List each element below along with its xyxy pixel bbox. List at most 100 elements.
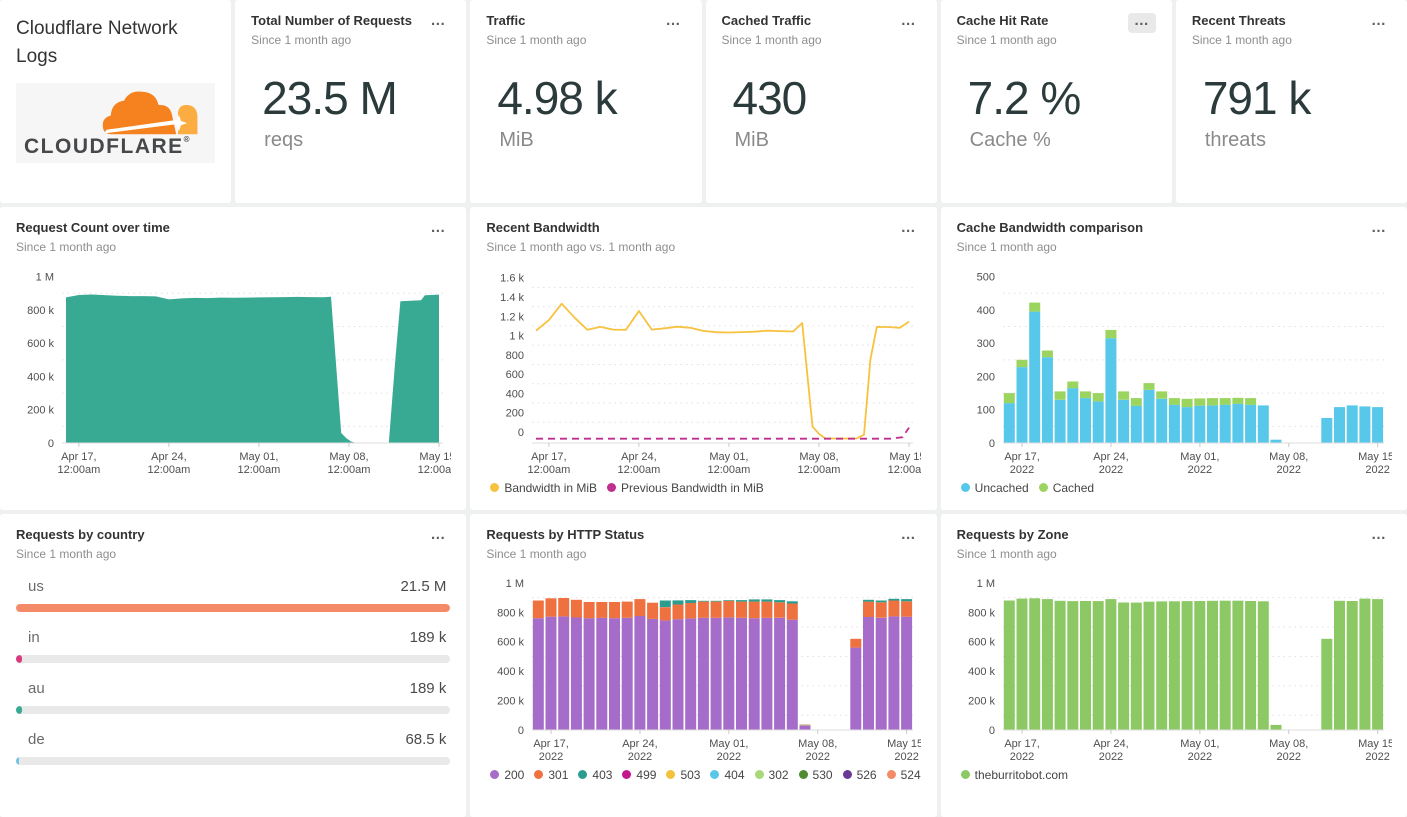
svg-text:1 M: 1 M xyxy=(36,272,54,284)
card-subtitle: Since 1 month ago xyxy=(486,546,587,561)
country-row-in[interactable]: in 189 k xyxy=(16,629,451,663)
card-menu-icon[interactable]: … xyxy=(426,220,450,240)
svg-text:May 15,12:00am: May 15,12:00am xyxy=(418,451,451,476)
country-row-de[interactable]: de 68.5 k xyxy=(16,730,451,765)
svg-text:500: 500 xyxy=(976,272,994,284)
svg-text:Apr 24,2022: Apr 24, 2022 xyxy=(1093,451,1128,476)
svg-text:200: 200 xyxy=(976,371,994,383)
card-menu-icon[interactable]: … xyxy=(1367,527,1391,547)
legend-item[interactable]: 301 xyxy=(534,768,568,782)
legend-item[interactable]: 526 xyxy=(842,768,877,782)
card-title: Requests by Zone xyxy=(956,527,1069,542)
stat-card-cache-hit-rate: Cache Hit Rate Since 1 month ago … 7.2 %… xyxy=(940,0,1172,203)
legend-item[interactable]: 530 xyxy=(798,768,833,782)
svg-text:Apr 24,12:00am: Apr 24, 12:00am xyxy=(147,451,190,476)
card-menu-icon[interactable]: … xyxy=(897,527,921,547)
card-menu-icon[interactable]: … xyxy=(426,13,450,33)
country-bar-list: us 21.5 M in 189 k au 189 k de 68.5 k xyxy=(16,578,451,765)
legend-dot-icon xyxy=(490,483,500,493)
country-value: 189 k xyxy=(409,679,447,697)
legend-item[interactable]: Previous Bandwidth in MiB xyxy=(607,481,764,495)
legend-dot-icon xyxy=(534,770,544,780)
http-status-bar-chart[interactable]: 1 M 800 k 600 k 400 k 200 k 0 Apr 17, 2022 Apr 2… xyxy=(486,563,921,768)
stat-card-total-requests: Total Number of Requests Since 1 month a… xyxy=(235,0,467,203)
stat-card-traffic: Traffic Since 1 month ago … 4.98 k MiB xyxy=(470,0,702,203)
legend-item[interactable]: 200 xyxy=(490,768,524,782)
zone-bar-chart[interactable]: 1 M 800 k 600 k 400 k 200 k 0 Apr 17, 2022 Apr 2… xyxy=(957,563,1392,768)
legend-item[interactable]: 503 xyxy=(666,768,700,782)
stat-value: 791 k xyxy=(1202,71,1312,124)
stat-value: 4.98 k xyxy=(497,71,617,124)
legend-item[interactable]: Cached xyxy=(1038,481,1094,495)
card-subtitle: Since 1 month ago xyxy=(16,239,117,254)
legend-item[interactable]: 403 xyxy=(578,768,612,782)
svg-text:Apr 24,12:00am: Apr 24, 12:00am xyxy=(618,451,661,476)
card-menu-icon[interactable]: … xyxy=(897,220,921,240)
card-title: Requests by HTTP Status xyxy=(486,527,645,542)
legend-item[interactable]: 404 xyxy=(710,768,745,782)
country-label: au xyxy=(28,679,45,697)
stat-value: 23.5 M xyxy=(262,71,398,124)
chart-card-request-count: Request Count over time Since 1 month ag… xyxy=(0,207,467,510)
legend-item[interactable]: theburritobot.com xyxy=(960,768,1068,782)
bandwidth-line-chart[interactable]: 1.6 k 1.4 k 1.2 k 1 k 800 600 400 200 0 Apr 17, 12… xyxy=(486,256,921,481)
legend-item[interactable]: Bandwidth in MiB xyxy=(490,481,597,495)
svg-text:800 k: 800 k xyxy=(27,305,54,317)
svg-text:200: 200 xyxy=(506,408,524,420)
chart-card-cache-bandwidth: Cache Bandwidth comparison Since 1 month… xyxy=(940,207,1407,510)
legend-dot-icon xyxy=(960,770,970,780)
svg-text:Apr 17,2022: Apr 17, 2022 xyxy=(1004,738,1039,763)
cloudflare-logo: CLOUDFLARE® xyxy=(16,83,215,164)
card-subtitle: Since 1 month ago xyxy=(721,32,822,47)
card-subtitle: Since 1 month ago vs. 1 month ago xyxy=(486,239,676,254)
svg-text:800 k: 800 k xyxy=(497,607,524,619)
svg-text:May 15,2022: May 15,2022 xyxy=(1358,451,1392,476)
stat-unit: threats xyxy=(1204,128,1266,151)
country-bar-track xyxy=(16,756,451,765)
card-menu-icon[interactable]: … xyxy=(1367,220,1391,240)
svg-text:May 08,2022: May 08, 2022 xyxy=(1269,451,1308,476)
svg-text:400: 400 xyxy=(506,388,524,400)
page-title: Cloudflare Network Logs xyxy=(16,18,178,67)
country-bar-track xyxy=(16,654,451,663)
svg-text:800: 800 xyxy=(506,350,524,362)
card-subtitle: Since 1 month ago xyxy=(1191,32,1292,47)
legend-dot-icon xyxy=(490,770,500,780)
legend-dot-icon xyxy=(666,770,676,780)
country-bar-fill xyxy=(16,654,22,663)
card-subtitle: Since 1 month ago xyxy=(486,32,587,47)
card-menu-icon[interactable]: … xyxy=(426,527,450,547)
card-subtitle: Since 1 month ago xyxy=(16,546,117,561)
legend-dot-icon xyxy=(798,770,808,780)
card-menu-icon[interactable]: … xyxy=(1127,13,1156,33)
card-menu-icon[interactable]: … xyxy=(1367,13,1391,33)
legend-dot-icon xyxy=(842,770,852,780)
chart-card-http-status: Requests by HTTP Status Since 1 month ag… xyxy=(470,514,937,817)
card-subtitle: Since 1 month ago xyxy=(956,546,1057,561)
svg-text:0: 0 xyxy=(989,438,995,450)
country-label: de xyxy=(28,730,45,748)
cache-bandwidth-bar-chart[interactable]: 500 400 300 200 100 0 Apr 17, 2022 Apr 24, 2022 Ma… xyxy=(957,256,1392,481)
svg-text:400 k: 400 k xyxy=(27,371,54,383)
legend-dot-icon xyxy=(754,770,764,780)
legend-item[interactable]: 524 xyxy=(886,768,921,782)
svg-text:May 01,2022: May 01, 2022 xyxy=(1180,738,1219,763)
svg-text:1.4 k: 1.4 k xyxy=(500,292,524,304)
legend-item[interactable]: 499 xyxy=(622,768,656,782)
svg-text:1 M: 1 M xyxy=(976,578,994,590)
svg-text:May 15,2022: May 15,2022 xyxy=(1358,738,1392,763)
svg-text:May 01,2022: May 01, 2022 xyxy=(710,738,749,763)
svg-text:1 M: 1 M xyxy=(506,578,524,590)
card-menu-icon[interactable]: … xyxy=(897,13,921,33)
country-row-au[interactable]: au 189 k xyxy=(16,679,451,714)
country-row-us[interactable]: us 21.5 M xyxy=(16,578,451,612)
legend-item[interactable]: 302 xyxy=(754,768,789,782)
chart-card-recent-bandwidth: Recent Bandwidth Since 1 month ago vs. 1… xyxy=(470,207,937,510)
svg-text:200 k: 200 k xyxy=(968,695,995,707)
svg-text:May 08,12:00am: May 08, 12:00am xyxy=(798,451,841,476)
request-count-area-chart[interactable]: 1 M 800 k 600 k 400 k 200 k 0Apr 17, 12:00am Ap… xyxy=(16,256,451,481)
chart-legend: 200 301 403 499 503 404 302 530 526 524 xyxy=(490,768,921,782)
legend-item[interactable]: Uncached xyxy=(960,481,1029,495)
svg-text:May 08,12:00am: May 08, 12:00am xyxy=(328,451,371,476)
card-menu-icon[interactable]: … xyxy=(662,13,686,33)
